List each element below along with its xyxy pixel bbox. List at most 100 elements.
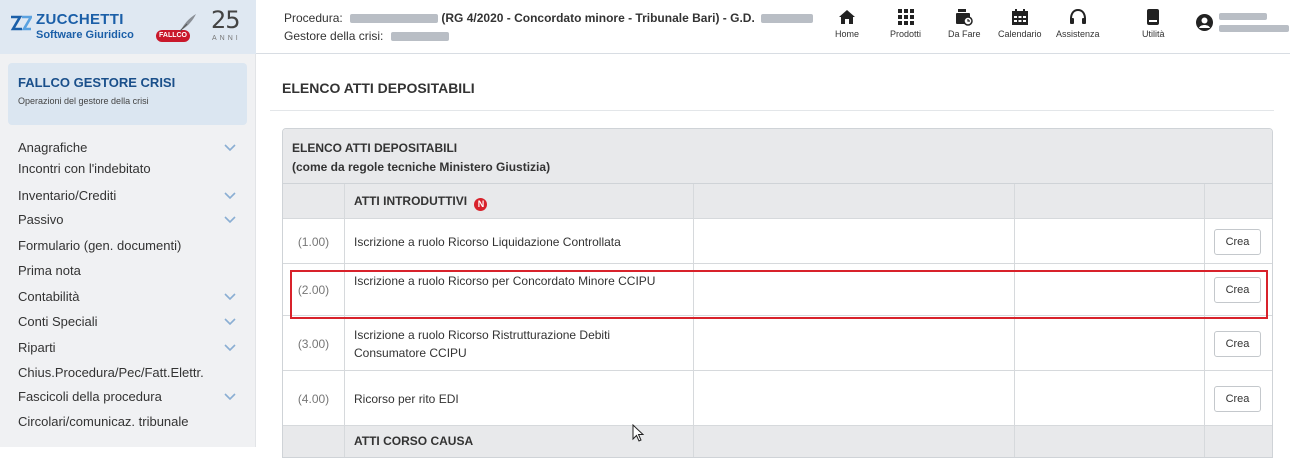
sidebar-item[interactable]: Prima nota (8, 260, 242, 282)
table-row: (2.00) Iscrizione a ruolo Ricorso per Con… (283, 264, 1272, 316)
redacted-gestore (390, 32, 449, 42)
page-title: ELENCO ATTI DEPOSITABILI (282, 80, 475, 96)
section-row: ATTI INTRODUTTIVI N (283, 184, 1272, 219)
user-name-redacted (1219, 13, 1289, 32)
procedura-label: Procedura: (284, 11, 343, 25)
headset-icon (1069, 8, 1086, 24)
top-header: ZUCCHETTI Software Giuridico FALLCO 25 A… (0, 0, 1290, 54)
nav-calendario-label: Calendario (998, 29, 1042, 39)
title-divider (270, 110, 1274, 111)
crea-button[interactable]: Crea (1214, 228, 1261, 255)
section-row: ATTI CORSO CAUSA (283, 426, 1272, 457)
sidebar-item-label: Chius.Procedura/Pec/Fatt.Elettr. (18, 365, 204, 380)
sidebar: FALLCO GESTORE CRISI Operazioni del gest… (0, 54, 256, 447)
chevron-down-icon (224, 144, 236, 152)
nav-prodotti[interactable]: Prodotti (890, 8, 921, 39)
panel-header: ELENCO ATTI DEPOSITABILI (come da regole… (283, 129, 1272, 184)
row-number: (4.00) (297, 391, 330, 406)
sidebar-item-label: Circolari/comunicaz. tribunale (18, 414, 189, 429)
sidebar-item-label: Fascicoli della procedura (18, 389, 162, 404)
nav-calendario[interactable]: Calendario (998, 8, 1042, 39)
brand-name: ZUCCHETTI (36, 11, 124, 28)
sidebar-item-label: Incontri con l'indebitato (18, 161, 151, 176)
brand-subtitle: Software Giuridico (36, 29, 134, 41)
nav-dafare-label: Da Fare (948, 29, 981, 39)
gestore-label: Gestore della crisi: (284, 29, 384, 43)
row-description: Iscrizione a ruolo Ricorso Liquidazione … (354, 234, 621, 249)
sidebar-item-label: Anagrafiche (18, 140, 88, 155)
sidebar-item[interactable]: Fascicoli della procedura (8, 386, 242, 408)
panel-subtitle: (come da regole tecniche Ministero Giust… (292, 160, 551, 174)
chevron-down-icon (224, 293, 236, 301)
nav-assistenza-label: Assistenza (1056, 29, 1100, 39)
sidebar-item[interactable]: Inventario/Crediti (8, 185, 242, 207)
section-title-text: ATTI INTRODUTTIVI (354, 194, 468, 208)
book-icon (1147, 9, 1160, 25)
gestore-line: Gestore della crisi: (284, 29, 449, 43)
table-row: (3.00) Iscrizione a ruolo Ricorso Ristrut… (283, 316, 1272, 371)
sidebar-title: FALLCO GESTORE CRISI (18, 75, 176, 90)
sidebar-item-label: Formulario (gen. documenti) (18, 238, 182, 253)
sidebar-item-label: Conti Speciali (18, 314, 98, 329)
mouse-cursor-icon (632, 424, 645, 442)
todo-icon (956, 9, 973, 26)
nav-utilita-label: Utilità (1142, 29, 1165, 39)
user-icon (1196, 14, 1213, 31)
sidebar-item-label: Inventario/Crediti (18, 188, 117, 203)
sidebar-item[interactable]: Passivo (8, 209, 242, 231)
calendar-icon (1011, 9, 1028, 25)
table-row: (1.00) Iscrizione a ruolo Ricorso Liquida… (283, 219, 1272, 264)
section-title: ATTI INTRODUTTIVI N (354, 194, 488, 211)
redacted-name (350, 14, 439, 24)
row-number: (3.00) (297, 336, 330, 351)
quill-icon (179, 14, 196, 32)
sidebar-header: FALLCO GESTORE CRISI Operazioni del gest… (8, 63, 247, 125)
sidebar-item[interactable]: Chius.Procedura/Pec/Fatt.Elettr. (8, 362, 242, 384)
panel-title: ELENCO ATTI DEPOSITABILI (292, 141, 458, 155)
sidebar-item-label: Passivo (18, 212, 64, 227)
home-icon (839, 10, 855, 24)
table-row: (4.00) Ricorso per rito EDI Crea (283, 371, 1272, 426)
atti-panel: ELENCO ATTI DEPOSITABILI (come da regole… (282, 128, 1273, 458)
procedura-line: Procedura: (RG 4/2020 - Concordato minor… (284, 11, 814, 25)
zucchetti-logo-icon (10, 15, 32, 31)
chevron-down-icon (224, 192, 236, 200)
row-description: Iscrizione a ruolo Ricorso per Concordat… (354, 274, 656, 288)
nav-home-label: Home (835, 29, 860, 39)
crea-button[interactable]: Crea (1214, 277, 1261, 303)
row-number: (2.00) (297, 283, 330, 297)
user-menu[interactable] (1196, 13, 1289, 32)
crea-button[interactable]: Crea (1214, 385, 1261, 412)
grid-icon (897, 9, 914, 25)
sidebar-item[interactable]: Incontri con l'indebitato (8, 158, 242, 180)
nav-home[interactable]: Home (835, 8, 859, 39)
nav-prodotti-label: Prodotti (890, 29, 922, 39)
row-description: Ricorso per rito EDI (354, 391, 459, 406)
sidebar-item[interactable]: Conti Speciali (8, 311, 242, 333)
procedura-text: (RG 4/2020 - Concordato minore - Tribuna… (441, 11, 755, 25)
chevron-down-icon (224, 318, 236, 326)
section-title: ATTI CORSO CAUSA (354, 434, 474, 448)
anni-number: 25 (211, 6, 241, 34)
anni-text: ANNI (212, 35, 241, 42)
sidebar-item[interactable]: Anagrafiche (8, 137, 242, 159)
redacted-judge (761, 14, 814, 24)
crea-button[interactable]: Crea (1214, 330, 1261, 357)
logo-area[interactable]: ZUCCHETTI Software Giuridico FALLCO 25 A… (0, 0, 256, 54)
sidebar-item[interactable]: Circolari/comunicaz. tribunale (8, 411, 242, 433)
sidebar-subtitle: Operazioni del gestore della crisi (18, 96, 149, 106)
sidebar-item[interactable]: Formulario (gen. documenti) (8, 235, 242, 257)
nav-assistenza[interactable]: Assistenza (1056, 8, 1100, 39)
chevron-down-icon (224, 393, 236, 401)
sidebar-item[interactable]: Riparti (8, 337, 242, 359)
sidebar-item-label: Prima nota (18, 263, 81, 278)
row-number: (1.00) (297, 234, 330, 249)
row-description: Iscrizione a ruolo Ricorso Ristrutturazi… (354, 327, 611, 360)
nav-utilita[interactable]: Utilità (1142, 8, 1165, 39)
nav-dafare[interactable]: Da Fare (948, 8, 981, 39)
sidebar-item[interactable]: Contabilità (8, 286, 242, 308)
chevron-down-icon (224, 344, 236, 352)
new-badge-icon: N (474, 198, 488, 211)
sidebar-item-label: Riparti (18, 340, 56, 355)
sidebar-item-label: Contabilità (18, 289, 80, 304)
